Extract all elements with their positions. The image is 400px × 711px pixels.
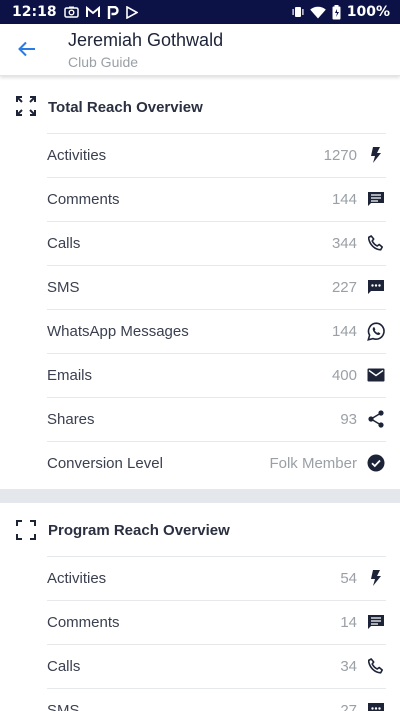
row-label: Shares [47,411,95,428]
section-title: Program Reach Overview [48,522,230,539]
total-reach-section: Total Reach Overview Activities 1270 Com… [0,77,400,485]
row-label: WhatsApp Messages [47,323,189,340]
row-value: 34 [340,658,357,675]
row-label: Calls [47,235,81,252]
bolt-icon [366,145,386,165]
comment-icon [366,612,386,632]
status-bar: 12:18 100% [0,0,400,24]
arrow-left-icon [18,41,35,57]
back-button[interactable] [14,36,40,62]
stat-row-comments[interactable]: Comments 144 [47,177,386,221]
row-value: 27 [340,702,357,711]
expand-icon[interactable] [16,96,36,116]
row-value: Folk Member [269,455,357,472]
battery-icon [332,4,341,19]
program-reach-section: Program Reach Overview Activities 54 Com… [0,503,400,711]
row-label: Calls [47,658,81,675]
battery-percent: 100% [346,4,390,20]
status-time: 12:18 [12,4,57,20]
camera-icon [63,6,79,18]
stat-row-emails[interactable]: Emails 400 [47,353,386,397]
stat-row-activities[interactable]: Activities 54 [47,556,386,600]
page-title: Jeremiah Gothwald [68,30,224,50]
row-value: 54 [340,570,357,587]
vibrate-icon [292,7,304,17]
sms-icon [366,700,386,711]
whatsapp-icon [366,321,386,341]
stat-row-whatsapp[interactable]: WhatsApp Messages 144 [47,309,386,353]
check-circle-icon [366,453,386,473]
row-label: SMS [47,702,80,711]
share-icon [366,409,386,429]
row-label: Activities [47,570,107,587]
play-store-icon [125,5,138,19]
row-value: 93 [340,411,357,428]
row-label: Comments [47,614,120,631]
email-icon [366,365,386,385]
section-header: Total Reach Overview [0,77,400,133]
stat-row-calls[interactable]: Calls 34 [47,644,386,688]
bolt-icon [366,568,386,588]
row-label: Conversion Level [47,455,163,472]
section-title: Total Reach Overview [48,99,203,116]
sms-icon [366,277,386,297]
focus-frame-icon[interactable] [16,520,36,540]
app-bar: Jeremiah Gothwald Club Guide [0,24,400,76]
section-divider [0,489,400,503]
row-value: 344 [331,235,357,252]
row-label: Emails [47,367,93,384]
phone-icon [366,656,386,676]
stat-row-comments[interactable]: Comments 14 [47,600,386,644]
stat-row-conversion-level[interactable]: Conversion Level Folk Member [47,441,386,485]
stat-row-sms[interactable]: SMS 227 [47,265,386,309]
row-label: Activities [47,147,107,164]
row-value: 144 [331,191,357,208]
row-value: 400 [331,367,357,384]
row-label: SMS [47,279,80,296]
content-scroll[interactable]: Total Reach Overview Activities 1270 Com… [0,77,400,711]
row-label: Comments [47,191,120,208]
stat-row-shares[interactable]: Shares 93 [47,397,386,441]
stat-row-calls[interactable]: Calls 344 [47,221,386,265]
comment-icon [366,189,386,209]
phone-icon [366,233,386,253]
gmail-icon [85,6,100,17]
row-value: 227 [331,279,357,296]
row-value: 1270 [323,147,357,164]
stat-row-activities[interactable]: Activities 1270 [47,133,386,177]
stat-row-sms[interactable]: SMS 27 [47,688,386,711]
section-header: Program Reach Overview [0,503,400,556]
wifi-icon [309,6,326,18]
p-app-icon [107,5,119,19]
row-value: 144 [331,323,357,340]
page-subtitle: Club Guide [68,54,139,70]
row-value: 14 [340,614,357,631]
